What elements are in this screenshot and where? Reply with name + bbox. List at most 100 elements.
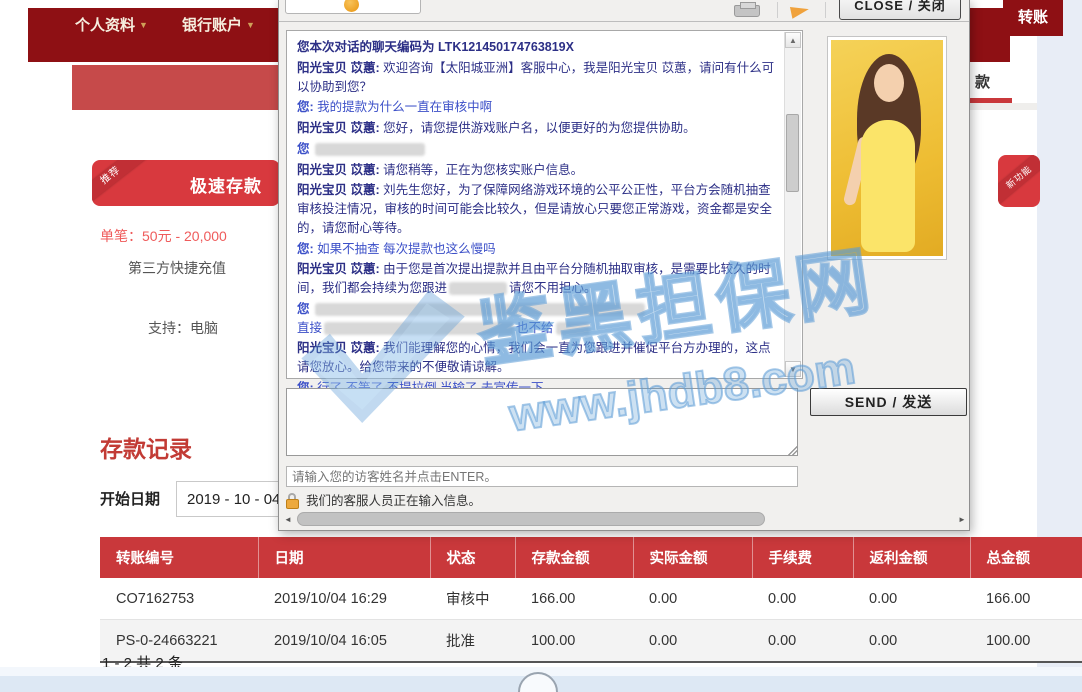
redacted-text — [449, 282, 507, 295]
start-date-label: 开始日期 — [100, 488, 160, 509]
records-cell: 100.00 — [970, 620, 1082, 663]
chat-message-area: 您本次对话的聊天编码为 LTK121450174763819X 阳光宝贝 苡蕙: … — [286, 30, 803, 379]
agent-photo-image — [831, 40, 943, 256]
records-header-row: 转账编号日期状态存款金额实际金额手续费返利金额总金额 — [100, 537, 1082, 578]
printer-icon[interactable] — [734, 5, 760, 17]
records-cell: CO7162753 — [100, 578, 258, 620]
fast-deposit-label: 极速存款 — [190, 172, 262, 197]
close-chat-button[interactable]: CLOSE / 关闭 — [839, 0, 961, 20]
records-cell: 0.00 — [633, 620, 752, 663]
records-column-header: 手续费 — [752, 537, 853, 578]
scroll-down-icon[interactable]: ▼ — [785, 361, 801, 377]
records-cell: 100.00 — [515, 620, 633, 663]
new-feature-ribbon: 新功能 — [998, 155, 1040, 207]
chat-messages: 您本次对话的聊天编码为 LTK121450174763819X 阳光宝贝 苡蕙: … — [297, 36, 775, 400]
send-button[interactable]: SEND / 发送 — [810, 388, 967, 416]
chat-message: 您: 如果不抽查 每次提款也这么慢吗 — [297, 240, 775, 259]
redacted-text — [556, 322, 590, 335]
scrollbar-thumb[interactable] — [297, 512, 765, 526]
live-chat-window: CLOSE / 关闭 您本次对话的聊天编码为 LTK12145017476381… — [278, 0, 970, 531]
records-cell: 2019/10/04 16:05 — [258, 620, 430, 663]
chat-message-sender: 阳光宝贝 苡蕙: — [297, 262, 383, 276]
lock-icon — [286, 494, 299, 509]
scrollbar-thumb[interactable] — [786, 114, 799, 192]
scroll-up-icon[interactable]: ▲ — [785, 32, 801, 48]
nav-item-transfer[interactable]: 转账 — [1003, 0, 1063, 36]
records-cell: 批准 — [430, 620, 515, 663]
records-column-header: 转账编号 — [100, 537, 258, 578]
deposit-support-text: 支持：电脑 — [148, 318, 218, 338]
chat-horizontal-scrollbar[interactable]: ◄ ► — [281, 511, 969, 528]
chat-message: 您本次对话的聊天编码为 LTK121450174763819X — [297, 38, 775, 57]
records-cell: 0.00 — [633, 578, 752, 620]
scroll-left-icon[interactable]: ◄ — [281, 512, 295, 527]
new-feature-button[interactable]: 新功能 — [998, 155, 1040, 207]
fast-deposit-button[interactable]: 推荐 极速存款 — [92, 160, 280, 206]
chat-message-input[interactable] — [286, 388, 798, 456]
records-cell: 0.00 — [752, 578, 853, 620]
records-cell: 166.00 — [515, 578, 633, 620]
records-column-header: 总金额 — [970, 537, 1082, 578]
nav-item-label: 个人资料 — [75, 17, 135, 34]
records-column-header: 存款金额 — [515, 537, 633, 578]
chat-message-sender: 阳光宝贝 苡蕙: — [297, 121, 383, 135]
chat-message-sender: 您 — [297, 142, 313, 156]
nav-item-profile[interactable]: 个人资料 ▼ — [75, 14, 148, 35]
chat-message-sender: 阳光宝贝 苡蕙: — [297, 341, 383, 355]
records-cell: 0.00 — [853, 578, 970, 620]
deposit-limit-text: 单笔：50元 - 20,000 — [100, 226, 227, 246]
deposit-channel-text: 第三方快捷充值 — [128, 258, 226, 278]
chat-message: 阳光宝贝 苡蕙: 请您稍等，正在为您核实账户信息。 — [297, 161, 775, 180]
visitor-name-input[interactable] — [286, 466, 798, 487]
table-row: PS-0-246632212019/10/04 16:05批准100.000.0… — [100, 620, 1082, 663]
send-transcript-icon[interactable] — [790, 3, 810, 18]
records-column-header: 状态 — [430, 537, 515, 578]
chat-message: 阳光宝贝 苡蕙: 刘先生您好，为了保障网络游戏环境的公平公正性，平台方会随机抽查… — [297, 181, 775, 237]
chat-message: 您: 我的提款为什么一直在审核中啊 — [297, 98, 775, 117]
redacted-text — [315, 143, 425, 156]
chat-message: 阳光宝贝 苡蕙: 我们能理解您的心情，我们会一直为您跟进并催促平台方办理的，这点… — [297, 339, 775, 377]
records-column-header: 实际金额 — [633, 537, 752, 578]
nav-item-label: 银行账户 — [182, 17, 242, 34]
chat-message: 阳光宝贝 苡蕙: 由于您是首次提出提款并且由平台分随机抽取审核，是需要比较久的时… — [297, 260, 775, 298]
chat-toolbar: CLOSE / 关闭 — [279, 0, 969, 22]
scroll-right-icon[interactable]: ► — [955, 512, 969, 527]
records-column-header: 日期 — [258, 537, 430, 578]
redacted-text — [315, 303, 645, 316]
records-cell: 166.00 — [970, 578, 1082, 620]
photo-figure — [861, 120, 915, 252]
records-table: 转账编号日期状态存款金额实际金额手续费返利金额总金额 CO71627532019… — [100, 537, 1082, 663]
records-column-header: 返利金额 — [853, 537, 970, 578]
records-cell: 2019/10/04 16:29 — [258, 578, 430, 620]
toolbar-divider — [777, 2, 778, 18]
typing-status-row: 我们的客服人员正在输入信息。 — [286, 492, 481, 510]
emoji-icon[interactable] — [344, 0, 359, 12]
page-title: 存款记录 — [100, 430, 192, 464]
recommend-ribbon: 推荐 — [92, 160, 151, 206]
chevron-down-icon: ▼ — [139, 20, 148, 30]
records-cell: 0.00 — [853, 620, 970, 663]
chevron-down-icon: ▼ — [246, 20, 255, 30]
redacted-text — [324, 322, 514, 335]
chat-message-sender: 您: — [297, 100, 317, 114]
toolbar-divider — [825, 2, 826, 18]
chat-message-sender: 阳光宝贝 苡蕙: — [297, 163, 383, 177]
chat-message: 阳光宝贝 苡蕙: 欢迎咨询【太阳城亚洲】客服中心，我是阳光宝贝 苡蕙，请问有什么… — [297, 59, 775, 97]
textarea-resize-handle[interactable] — [787, 445, 797, 455]
chat-top-input[interactable] — [285, 0, 421, 14]
chat-message: 阳光宝贝 苡蕙: 您好，请您提供游戏账户名，以便更好的为您提供协助。 — [297, 119, 775, 138]
tab-deposit-partial[interactable]: 款 — [970, 70, 1012, 98]
table-row: CO71627532019/10/04 16:29审核中166.000.000.… — [100, 578, 1082, 620]
chat-message-sender: 您: — [297, 242, 317, 256]
nav-item-bank-account[interactable]: 银行账户 ▼ — [182, 14, 255, 35]
chat-vertical-scrollbar[interactable]: ▲ ▼ — [784, 32, 801, 377]
records-cell: 0.00 — [752, 620, 853, 663]
chat-message-sender: 阳光宝贝 苡蕙: — [297, 183, 383, 197]
chat-message: 您 — [297, 140, 775, 159]
records-cell: 审核中 — [430, 578, 515, 620]
chat-message-sender: 阳光宝贝 苡蕙: — [297, 61, 383, 75]
photo-figure — [874, 64, 904, 102]
typing-status-text: 我们的客服人员正在输入信息。 — [306, 492, 481, 511]
chat-message: 您 直接也不给 — [297, 300, 775, 338]
chat-message-sender: 您 — [297, 302, 313, 316]
